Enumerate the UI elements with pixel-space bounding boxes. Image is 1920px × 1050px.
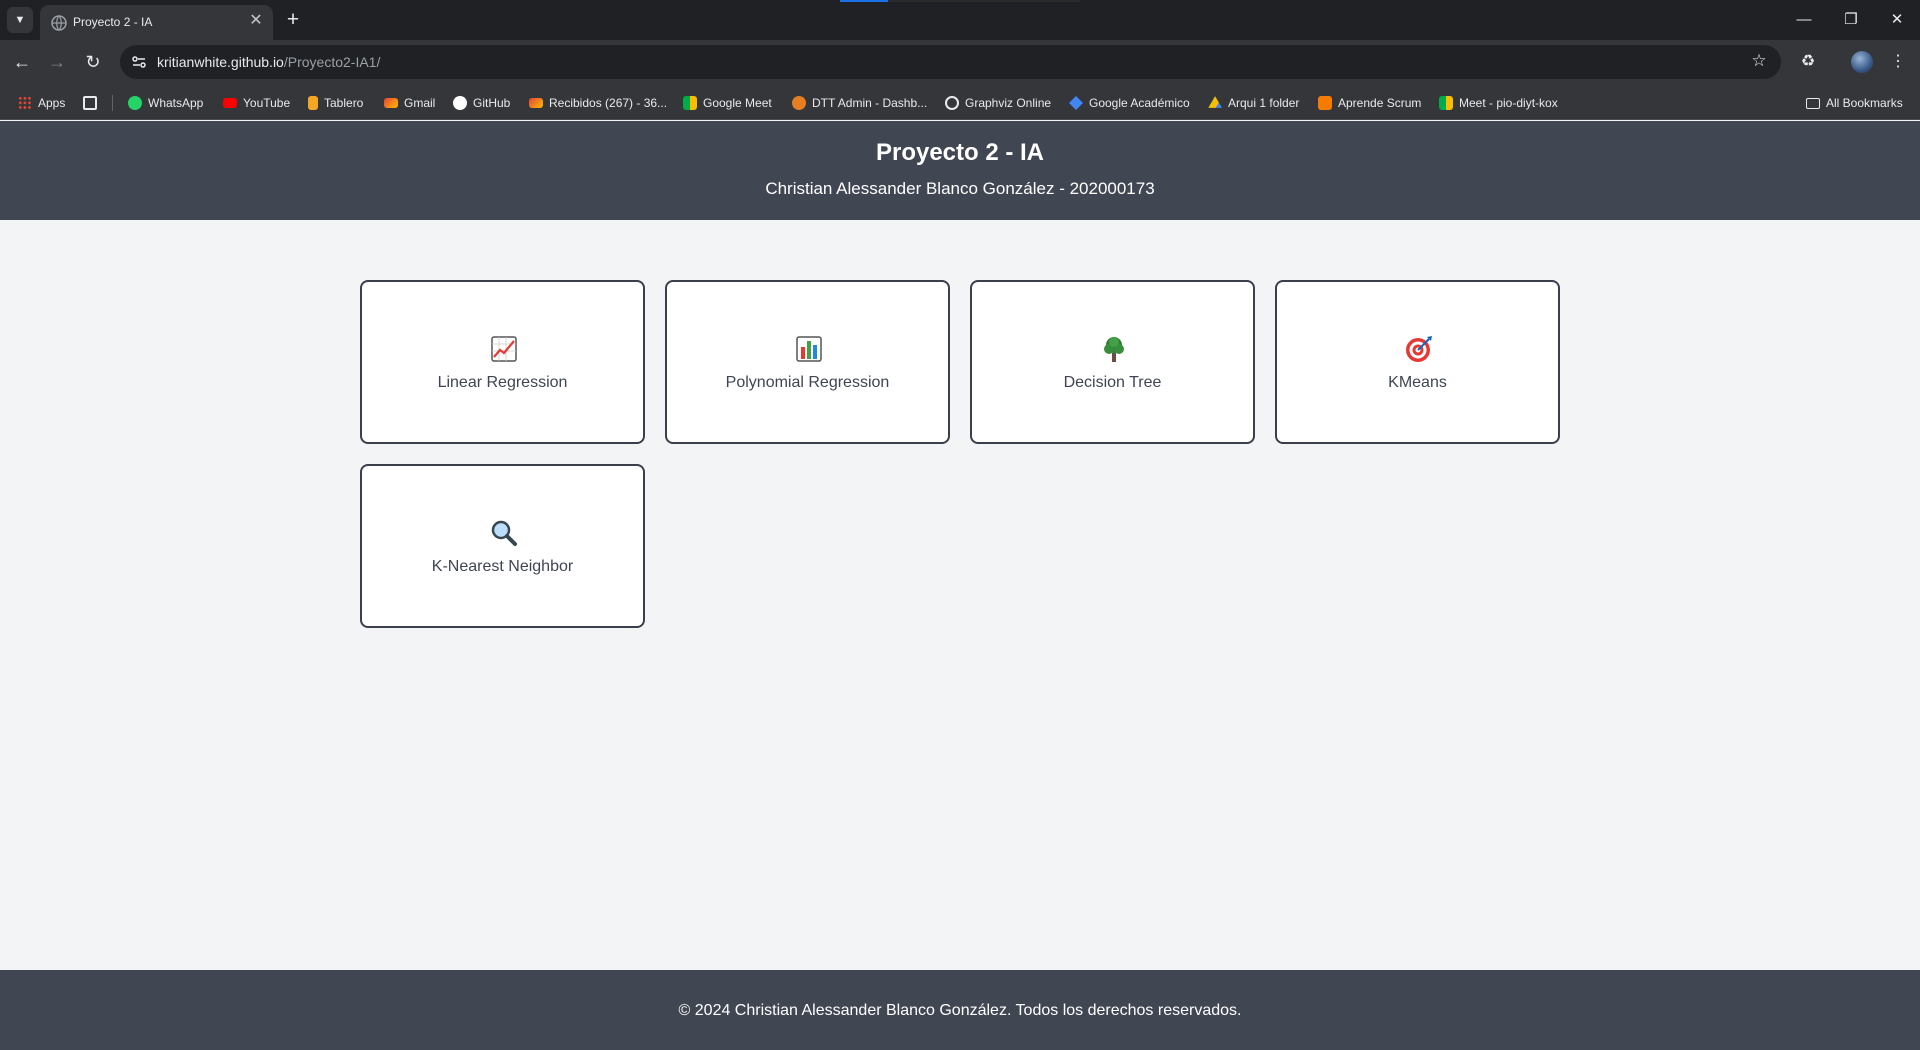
bookmark-google-meet[interactable]: Google Meet (683, 93, 772, 113)
forward-icon[interactable]: → (44, 49, 70, 75)
card-label: Polynomial Regression (725, 374, 890, 391)
bookmark-meet-pio[interactable]: Meet - pio-diyt-kox (1439, 93, 1558, 113)
bookmark-tablero[interactable]: Tablero (308, 93, 363, 113)
scholar-icon (1069, 96, 1083, 110)
bookmarks-separator (112, 95, 113, 111)
page-title: Proyecto 2 - IA (875, 139, 1045, 166)
page-subtitle: Christian Alessander Blanco González - 2… (765, 179, 1155, 198)
youtube-icon (223, 98, 237, 108)
globe-icon (945, 96, 959, 110)
card-label: Linear Regression (437, 374, 568, 391)
bookmark-google-academico[interactable]: Google Académico (1069, 93, 1190, 113)
bar-chart-icon (796, 336, 822, 362)
url-host: kritianwhite.github.io (157, 54, 284, 70)
close-tab-icon[interactable]: ✕ (246, 11, 266, 31)
tablero-icon (308, 96, 318, 110)
card-linear-regression[interactable]: Linear Regression (360, 280, 645, 444)
card-kmeans[interactable]: KMeans (1275, 280, 1560, 444)
restore-icon[interactable]: ❐ (1828, 4, 1874, 36)
target-icon (1406, 336, 1432, 362)
card-label: Decision Tree (1063, 374, 1162, 391)
footer-copyright: © 2024 Christian Alessander Blanco Gonzá… (678, 1002, 1242, 1019)
card-label: KMeans (1388, 374, 1447, 391)
bookmark-graphviz[interactable]: Graphviz Online (945, 93, 1051, 113)
profile-avatar[interactable] (1851, 51, 1873, 73)
tab-strip: ▼ Proyecto 2 - IA ✕ + — ❐ ✕ (0, 0, 1920, 40)
url-path: /Proyecto2-IA1/ (283, 54, 381, 70)
chart-increasing-icon (491, 336, 517, 362)
bookmark-github[interactable]: GitHub (453, 93, 510, 113)
bookmarks-bar: Apps WhatsApp YouTube Tablero Gmail GitH… (0, 85, 1920, 120)
back-icon[interactable]: ← (9, 49, 35, 75)
scrum-icon (1318, 96, 1332, 110)
bookmark-recibidos[interactable]: Recibidos (267) - 36... (529, 93, 667, 113)
card-decision-tree[interactable]: Decision Tree (970, 280, 1255, 444)
drive-icon (1208, 96, 1222, 108)
site-footer: © 2024 Christian Alessander Blanco Gonzá… (0, 970, 1920, 1050)
card-polynomial-regression[interactable]: Polynomial Regression (665, 280, 950, 444)
card-label: K-Nearest Neighbor (431, 558, 574, 575)
card-k-nearest-neighbor[interactable]: K-Nearest Neighbor (360, 464, 645, 628)
bookmark-star-icon[interactable]: ☆ (1749, 51, 1769, 71)
meet-icon (1439, 96, 1453, 110)
bookmark-apps[interactable]: Apps (18, 93, 65, 113)
bookmark-aprende-scrum[interactable]: Aprende Scrum (1318, 93, 1421, 113)
folder-icon (1806, 97, 1820, 109)
bookmark-whatsapp[interactable]: WhatsApp (128, 93, 203, 113)
tree-icon (1104, 337, 1124, 362)
extensions-icon[interactable]: ♻ (1795, 49, 1821, 75)
url-text: kritianwhite.github.io/Proyecto2-IA1/ (157, 54, 380, 70)
bookmark-youtube[interactable]: YouTube (223, 93, 290, 113)
bookmark-arqui-folder[interactable]: Arqui 1 folder (1208, 93, 1299, 113)
gmail-icon (384, 98, 398, 108)
apps-grid-icon (18, 96, 32, 110)
browser-toolbar: ← → ↻ kritianwhite.github.io/Proyecto2-I… (0, 40, 1920, 85)
loading-indicator (840, 0, 1080, 2)
menu-kebab-icon[interactable]: ⋮ (1885, 49, 1911, 75)
site-info-icon[interactable] (130, 53, 148, 71)
tab-title: Proyecto 2 - IA (73, 15, 153, 29)
globe-icon (51, 15, 67, 31)
gmail-icon (529, 98, 543, 108)
whatsapp-icon (128, 96, 142, 110)
dtt-icon (792, 96, 806, 110)
browser-tab[interactable]: Proyecto 2 - IA ✕ (40, 5, 273, 40)
close-window-icon[interactable]: ✕ (1874, 4, 1920, 36)
github-icon (453, 96, 467, 110)
bookmark-dtt-admin[interactable]: DTT Admin - Dashb... (792, 93, 927, 113)
all-bookmarks[interactable]: All Bookmarks (1806, 93, 1903, 113)
address-bar[interactable]: kritianwhite.github.io/Proyecto2-IA1/ ☆ (120, 45, 1781, 79)
minimize-icon[interactable]: — (1781, 4, 1827, 36)
reload-icon[interactable]: ↻ (80, 49, 106, 75)
tab-search-icon[interactable]: ▼ (7, 7, 33, 33)
meet-icon (683, 96, 697, 110)
tab-groups-icon[interactable] (83, 93, 97, 113)
magnifier-icon (491, 520, 517, 546)
site-header: Proyecto 2 - IA Christian Alessander Bla… (0, 121, 1920, 220)
new-tab-icon[interactable]: + (281, 9, 305, 33)
bookmark-gmail[interactable]: Gmail (384, 93, 435, 113)
